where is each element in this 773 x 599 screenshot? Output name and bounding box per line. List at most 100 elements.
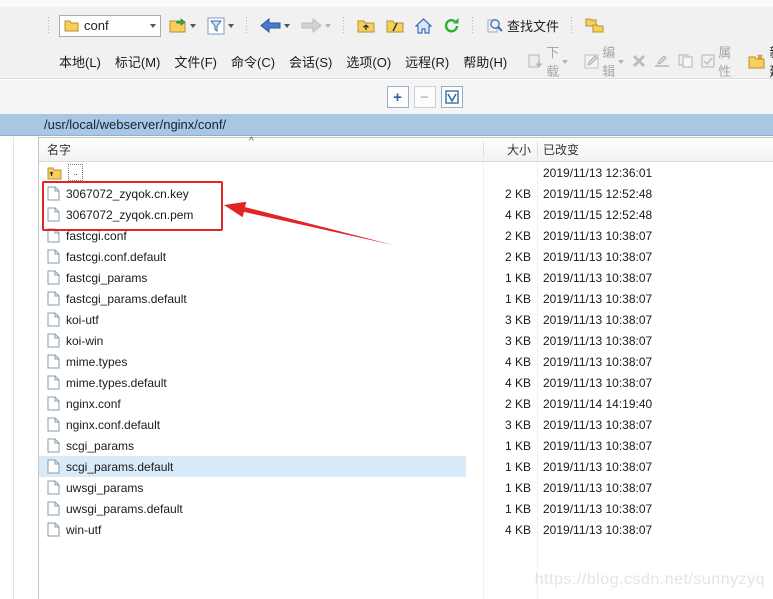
file-changed: 2019/11/13 10:38:07: [537, 292, 652, 306]
file-size: 2 KB: [483, 229, 537, 243]
file-row[interactable]: fastcgi.conf2 KB2019/11/13 10:38:07: [39, 225, 773, 246]
menu-item-help[interactable]: 帮助(H): [456, 48, 514, 75]
file-name: win-utf: [66, 523, 101, 537]
delete-button[interactable]: [629, 52, 649, 70]
file-row[interactable]: scgi_params1 KB2019/11/13 10:38:07: [39, 435, 773, 456]
file-name: fastcgi_params.default: [66, 292, 187, 306]
file-name: mime.types.default: [66, 376, 167, 390]
file-row[interactable]: uwsgi_params.default1 KB2019/11/13 10:38…: [39, 498, 773, 519]
file-size: 1 KB: [483, 502, 537, 516]
file-name-cell: fastcgi.conf.default: [39, 249, 483, 264]
file-row[interactable]: fastcgi_params1 KB2019/11/13 10:38:07: [39, 267, 773, 288]
toolbar-grip: [245, 17, 249, 35]
synchronize-browsing-button[interactable]: [582, 15, 607, 36]
column-separator[interactable]: [537, 141, 538, 158]
column-header-name[interactable]: 名字: [39, 141, 483, 158]
menu-item-mark[interactable]: 标记(M): [108, 48, 168, 75]
file-row[interactable]: koi-utf3 KB2019/11/13 10:38:07: [39, 309, 773, 330]
location-combobox[interactable]: conf: [59, 15, 161, 37]
open-directory-button[interactable]: [166, 16, 199, 35]
file-icon: [47, 186, 60, 201]
file-row[interactable]: nginx.conf2 KB2019/11/14 14:19:40: [39, 393, 773, 414]
chevron-down-icon: [150, 24, 156, 31]
file-changed: 2019/11/13 10:38:07: [537, 376, 652, 390]
file-row[interactable]: 3067072_zyqok.cn.pem4 KB2019/11/15 12:52…: [39, 204, 773, 225]
file-size: 1 KB: [483, 460, 537, 474]
file-name-cell: 3067072_zyqok.cn.pem: [39, 207, 483, 222]
file-row[interactable]: uwsgi_params1 KB2019/11/13 10:38:07: [39, 477, 773, 498]
file-icon: [47, 396, 60, 411]
file-row[interactable]: koi-win3 KB2019/11/13 10:38:07: [39, 330, 773, 351]
file-name-cell: nginx.conf.default: [39, 417, 483, 432]
file-name-cell: nginx.conf: [39, 396, 483, 411]
menu-item-options[interactable]: 选项(O): [339, 48, 398, 75]
edit-button[interactable]: 编辑: [581, 40, 627, 82]
file-row[interactable]: scgi_params.default1 KB2019/11/13 10:38:…: [39, 456, 773, 477]
file-row[interactable]: 3067072_zyqok.cn.key2 KB2019/11/15 12:52…: [39, 183, 773, 204]
find-files-button[interactable]: 查找文件: [483, 14, 562, 37]
duplicate-button[interactable]: [675, 52, 696, 70]
file-row[interactable]: mime.types.default4 KB2019/11/13 10:38:0…: [39, 372, 773, 393]
forward-button[interactable]: [298, 16, 334, 35]
home-directory-button[interactable]: [412, 16, 435, 36]
toolbar-grip: [570, 17, 574, 35]
file-name: 3067072_zyqok.cn.key: [66, 187, 189, 201]
file-row[interactable]: fastcgi_params.default1 KB2019/11/13 10:…: [39, 288, 773, 309]
file-name: koi-utf: [66, 313, 99, 327]
file-icon: [47, 459, 60, 474]
parent-directory-button[interactable]: [354, 16, 378, 35]
chevron-down-icon[interactable]: [228, 24, 234, 31]
new-button[interactable]: 新建: [744, 40, 773, 82]
file-size: 3 KB: [483, 334, 537, 348]
file-changed: 2019/11/13 10:38:07: [537, 502, 652, 516]
file-name-cell: mime.types.default: [39, 375, 483, 390]
menu-item-file[interactable]: 文件(F): [167, 48, 224, 75]
root-directory-button[interactable]: [383, 16, 407, 35]
column-header-changed[interactable]: 已改变: [537, 141, 579, 158]
file-name: 3067072_zyqok.cn.pem: [66, 208, 193, 222]
download-button[interactable]: 下载: [524, 40, 571, 82]
back-button[interactable]: [257, 16, 293, 35]
file-changed: 2019/11/15 12:52:48: [537, 208, 652, 222]
chevron-down-icon[interactable]: [284, 24, 290, 31]
properties-icon: [701, 54, 715, 68]
file-row[interactable]: win-utf4 KB2019/11/13 10:38:07: [39, 519, 773, 540]
file-name: uwsgi_params: [66, 481, 143, 495]
menu-toolbar: 本地(L)标记(M)文件(F)命令(C)会话(S)选项(O)远程(R)帮助(H)…: [0, 44, 773, 79]
menu-item-remote[interactable]: 远程(R): [398, 48, 456, 75]
menu-item-session[interactable]: 会话(S): [282, 48, 339, 75]
column-separator[interactable]: [483, 141, 484, 158]
file-icon: [47, 501, 60, 516]
chevron-down-icon[interactable]: [190, 24, 196, 31]
filter-toggle-button[interactable]: [441, 86, 463, 108]
add-bookmark-button[interactable]: +: [387, 86, 409, 108]
menubar: 本地(L)标记(M)文件(F)命令(C)会话(S)选项(O)远程(R)帮助(H): [52, 48, 514, 75]
file-changed: 2019/11/13 10:38:07: [537, 355, 652, 369]
parent-dir-row[interactable]: ..2019/11/13 12:36:01: [39, 162, 773, 183]
file-row[interactable]: nginx.conf.default3 KB2019/11/13 10:38:0…: [39, 414, 773, 435]
duplicate-icon: [678, 54, 693, 68]
file-size: 2 KB: [483, 250, 537, 264]
menu-item-local[interactable]: 本地(L): [52, 48, 108, 75]
download-label: 下载: [546, 42, 559, 80]
file-row[interactable]: mime.types4 KB2019/11/13 10:38:07: [39, 351, 773, 372]
file-changed: 2019/11/13 10:38:07: [537, 481, 652, 495]
file-name: koi-win: [66, 334, 103, 348]
file-name: fastcgi_params: [66, 271, 147, 285]
remote-path-bar[interactable]: /usr/local/webserver/nginx/conf/: [0, 114, 773, 136]
remove-bookmark-button[interactable]: −: [414, 86, 436, 108]
filter-button[interactable]: [204, 15, 237, 37]
properties-button[interactable]: 属性: [698, 40, 734, 82]
file-icon: [47, 228, 60, 243]
refresh-button[interactable]: [440, 15, 463, 36]
file-row[interactable]: fastcgi.conf.default2 KB2019/11/13 10:38…: [39, 246, 773, 267]
file-name-cell: win-utf: [39, 522, 483, 537]
toolbar-grip: [47, 17, 51, 35]
rename-button[interactable]: [651, 53, 673, 70]
chevron-down-icon: [562, 60, 568, 67]
menu-item-command[interactable]: 命令(C): [224, 48, 282, 75]
file-icon: [47, 354, 60, 369]
new-label: 新建: [769, 42, 773, 80]
column-header-row: 名字 大小 已改变 ^: [39, 138, 773, 162]
column-header-size[interactable]: 大小: [483, 141, 537, 158]
